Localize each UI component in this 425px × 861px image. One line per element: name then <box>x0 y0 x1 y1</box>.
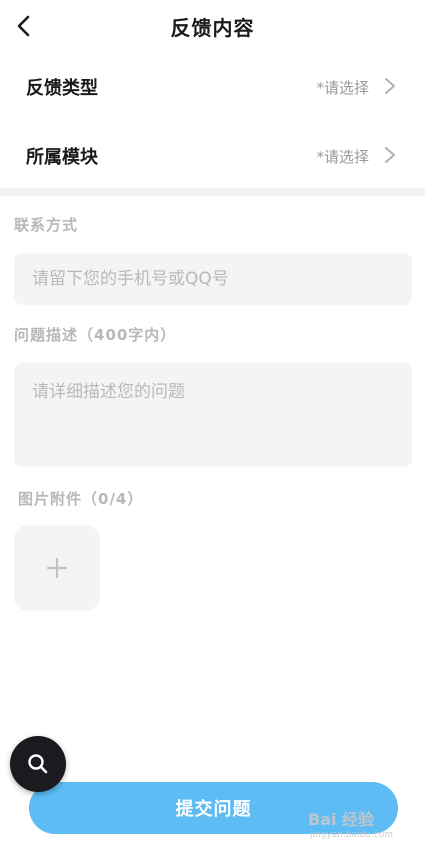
description-label: 问题描述（400字内） <box>14 326 177 344</box>
contact-label: 联系方式 <box>14 216 79 234</box>
description-textarea[interactable]: 请详细描述您的问题 <box>14 363 412 467</box>
add-image-button[interactable] <box>14 525 100 611</box>
feedback-type-row[interactable]: 反馈类型 *请选择 <box>0 52 425 120</box>
chevron-right-icon <box>385 147 395 163</box>
feedback-type-value: *请选择 <box>316 79 369 97</box>
module-label: 所属模块 <box>26 147 98 168</box>
module-value: *请选择 <box>316 148 369 166</box>
module-row[interactable]: 所属模块 *请选择 <box>0 121 425 189</box>
page-title: 反馈内容 <box>170 16 255 40</box>
watermark-subtext: jingyan.baidu.com <box>310 830 394 840</box>
feedback-type-label: 反馈类型 <box>26 78 98 99</box>
watermark: Bai 经验 jingyan.baidu.com <box>308 806 393 840</box>
attachments-label: 图片附件（0/4） <box>18 490 144 508</box>
search-icon <box>28 754 48 774</box>
search-fab[interactable] <box>10 736 66 792</box>
header: 反馈内容 <box>0 0 425 52</box>
contact-input[interactable]: 请留下您的手机号或QQ号 <box>14 253 412 305</box>
chevron-right-icon <box>385 78 395 94</box>
plus-icon <box>46 557 68 579</box>
section-divider <box>0 188 425 196</box>
watermark-text: Bai 经验 <box>308 810 375 829</box>
